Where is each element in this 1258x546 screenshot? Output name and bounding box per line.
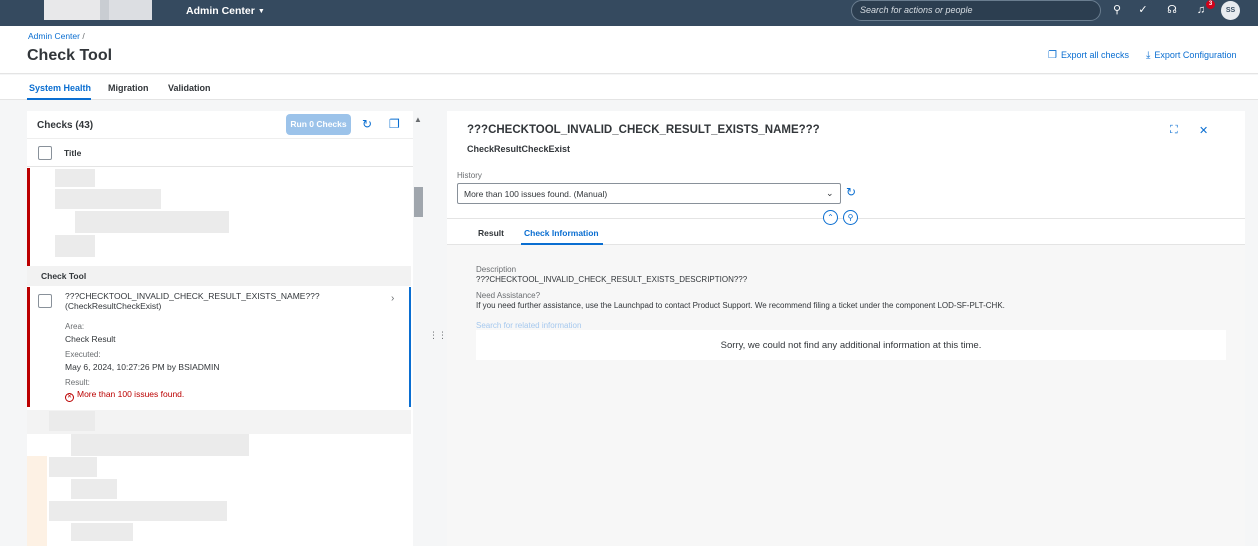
tab-migration[interactable]: Migration [108,83,149,93]
error-icon: ✕ [65,393,74,402]
refresh-icon[interactable]: ↻ [846,185,856,199]
description-value: ???CHECKTOOL_INVALID_CHECK_RESULT_EXISTS… [476,275,748,284]
check-detail-panel: ???CHECKTOOL_INVALID_CHECK_RESULT_EXISTS… [447,111,1245,546]
checks-count-title: Checks (43) [37,120,94,131]
column-title: Title [64,148,82,158]
refresh-icon[interactable]: ↻ [362,117,372,131]
pin-header-button[interactable]: ⚲ [843,210,858,225]
result-value: ✕ More than 100 issues found. [65,389,185,402]
checks-column-header: Title [27,141,413,167]
history-label: History [457,171,482,180]
redacted-row [75,211,229,233]
panel-splitter[interactable] [428,110,435,546]
run-checks-button[interactable]: Run 0 Checks [286,114,351,135]
select-all-checkbox[interactable] [38,146,52,160]
redacted-row [71,479,117,499]
search-related-link[interactable]: Search for related information [476,321,581,330]
page-title: Check Tool [27,47,113,64]
active-tab-indicator [27,98,91,100]
item-checkbox[interactable] [38,294,52,308]
redacted-row [55,235,95,257]
tab-system-health[interactable]: System Health [29,83,91,93]
error-indicator [27,168,30,266]
redacted-row [49,457,97,477]
export-all-checks-button[interactable]: ❐ Export all checks [1048,50,1129,61]
copy-icon[interactable]: ❐ [389,117,400,131]
redacted-row [71,434,249,456]
area-value: Check Result [65,334,116,344]
executed-value: May 6, 2024, 10:27:26 PM by BSIADMIN [65,362,220,372]
checks-list-panel: Checks (43) Run 0 Checks ↻ ❐ Title Check… [27,111,413,546]
active-tab-indicator [521,243,603,245]
group-header-check-tool: Check Tool [27,266,411,286]
redacted-row [49,501,227,521]
redacted-row [55,189,161,209]
caret-down-icon: ▼ [257,8,265,15]
tab-result[interactable]: Result [478,228,504,238]
item-title: ???CHECKTOOL_INVALID_CHECK_RESULT_EXISTS… [65,291,320,311]
company-logo[interactable] [44,0,152,20]
redacted-row [55,169,95,187]
search-icon[interactable]: ⚲ [1110,3,1124,17]
tab-check-information[interactable]: Check Information [524,228,599,238]
headset-icon[interactable]: ☊ [1165,3,1179,17]
main-tabbar: System Health Migration Validation [0,75,1258,100]
collapse-header-button[interactable]: ⌃ [823,210,838,225]
product-switcher[interactable]: Admin Center ▼ [186,5,265,17]
check-list-item[interactable]: ???CHECKTOOL_INVALID_CHECK_RESULT_EXISTS… [27,287,411,407]
redacted-edge [27,456,47,546]
history-select[interactable]: More than 100 issues found. (Manual) ⌄ [457,183,841,204]
download-icon: ⤓ [1146,50,1151,61]
export-configuration-button[interactable]: ⤓ Export Configuration [1146,50,1236,61]
detail-header: ???CHECKTOOL_INVALID_CHECK_RESULT_EXISTS… [447,111,1245,218]
redacted-row [49,411,95,431]
fullscreen-icon[interactable]: ⛶ [1170,124,1178,137]
detail-subtitle: CheckResultCheckExist [467,144,571,154]
tab-validation[interactable]: Validation [168,83,211,93]
notification-badge: 3 [1206,0,1215,9]
empty-info-message: Sorry, we could not find any additional … [476,330,1226,360]
checks-toolbar: Checks (43) Run 0 Checks ↻ ❐ [27,111,413,139]
chevron-down-icon: ⌄ [826,188,834,198]
redacted-row [71,523,133,541]
assistance-text: If you need further assistance, use the … [476,301,1005,310]
description-label: Description [476,265,517,274]
todo-check-icon[interactable]: ✓ [1136,3,1150,17]
close-icon[interactable]: ✕ [1199,124,1208,137]
chevron-right-icon[interactable]: › [391,293,394,304]
breadcrumb: Admin Center / [28,31,85,41]
detail-title: ???CHECKTOOL_INVALID_CHECK_RESULT_EXISTS… [467,124,820,136]
breadcrumb-admin-center[interactable]: Admin Center [28,31,80,41]
avatar[interactable]: SS [1221,1,1240,20]
scroll-up-icon[interactable]: ▲ [414,115,422,124]
shell-bar: Admin Center ▼ Search for actions or peop… [0,0,1258,26]
breadcrumb-separator: / [82,31,85,41]
list-scrollbar[interactable] [414,187,423,217]
copy-icon: ❐ [1048,50,1057,61]
grip-icon[interactable]: ⋮⋮ [429,330,447,341]
error-indicator [27,287,30,407]
assistance-label: Need Assistance? [476,291,541,300]
global-search-input[interactable]: Search for actions or people [851,0,1101,21]
page-header: Admin Center / Check Tool ❐ Export all ch… [0,26,1258,74]
